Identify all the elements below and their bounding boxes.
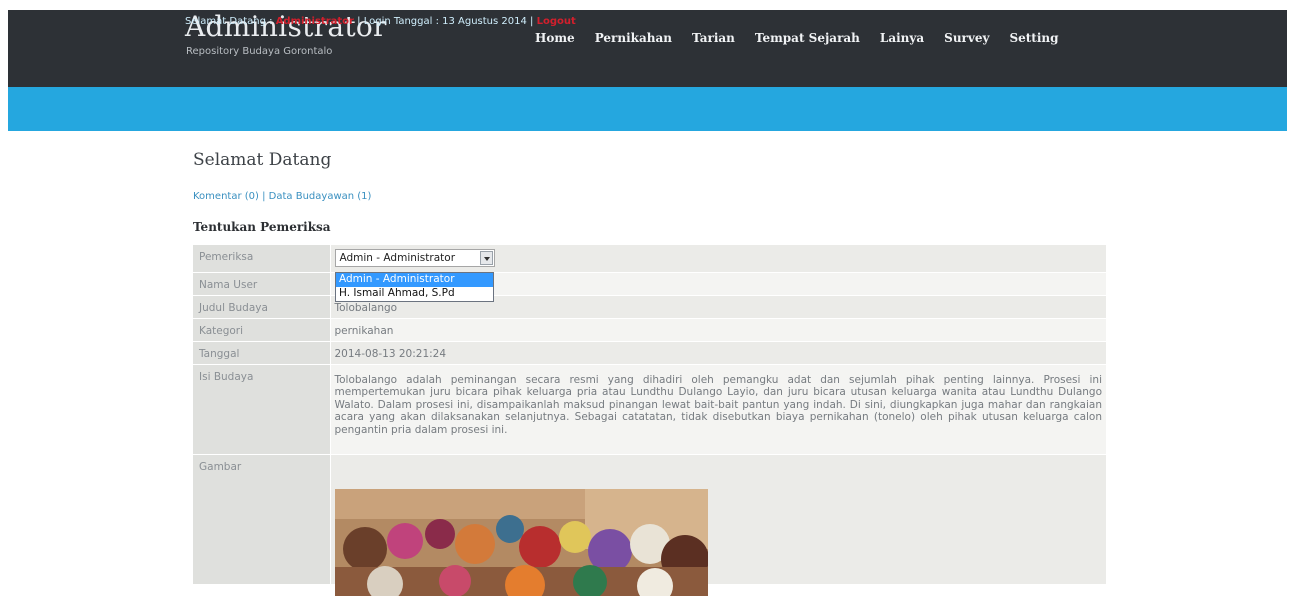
isi-value: Tolobalango adalah peminangan secara res… [330, 364, 1106, 455]
budaya-photo [335, 489, 708, 596]
greeting-text: Selamat Datang : [185, 16, 273, 27]
gambar-label: Gambar [193, 454, 331, 585]
user-info-bar [8, 87, 1287, 131]
nav-setting[interactable]: Setting [999, 31, 1068, 45]
tanggal-value: 2014-08-13 20:21:24 [330, 341, 1106, 365]
nav-pernikahan[interactable]: Pernikahan [585, 31, 682, 45]
kategori-value: pernikahan [330, 318, 1106, 342]
section-title: Tentukan Pemeriksa [193, 220, 331, 234]
photo-image [335, 489, 708, 596]
nav-tarian[interactable]: Tarian [682, 31, 745, 45]
pemeriksa-select[interactable]: Admin - Administrator [334, 249, 495, 267]
chevron-down-icon[interactable] [479, 251, 493, 265]
main-nav: Home Pernikahan Tarian Tempat Sejarah La… [525, 31, 1069, 45]
data-budayawan-link[interactable]: Data Budayawan (1) [269, 191, 372, 202]
user-info: Selamat Datang : Administrator | Login T… [185, 16, 576, 27]
table-row: Kategori pernikahan [193, 318, 1106, 342]
logout-link[interactable]: Logout [537, 16, 576, 27]
page-title: Selamat Datang [193, 150, 332, 170]
komentar-link[interactable]: Komentar (0) [193, 191, 259, 202]
pemeriksa-selected-value: Admin - Administrator [339, 252, 456, 264]
judul-label: Judul Budaya [193, 295, 331, 319]
table-row: Isi Budaya Tolobalango adalah peminangan… [193, 364, 1106, 455]
pemeriksa-dropdown-list: Admin - Administrator H. Ismail Ahmad, S… [335, 272, 494, 302]
pemeriksa-option[interactable]: H. Ismail Ahmad, S.Pd [336, 287, 493, 301]
nav-survey[interactable]: Survey [934, 31, 999, 45]
table-row: Tanggal 2014-08-13 20:21:24 [193, 341, 1106, 365]
nav-home[interactable]: Home [525, 31, 585, 45]
nav-lainya[interactable]: Lainya [870, 31, 934, 45]
kategori-label: Kategori [193, 318, 331, 342]
nav-tempat-sejarah[interactable]: Tempat Sejarah [745, 31, 870, 45]
table-row: Judul Budaya Tolobalango [193, 295, 1106, 319]
isi-label: Isi Budaya [193, 364, 331, 455]
pemeriksa-label: Pemeriksa [193, 245, 331, 273]
link-separator: | [262, 191, 266, 202]
table-row: Nama User [193, 272, 1106, 296]
login-date-text: | Login Tanggal : 13 Agustus 2014 | [357, 16, 534, 27]
summary-links: Komentar (0) | Data Budayawan (1) [193, 191, 371, 202]
current-user: Administrator [275, 16, 354, 27]
tanggal-label: Tanggal [193, 341, 331, 365]
pemeriksa-option[interactable]: Admin - Administrator [336, 273, 493, 287]
table-row: Pemeriksa Admin - Administrator [193, 245, 1106, 273]
site-subtitle: Repository Budaya Gorontalo [186, 46, 333, 57]
nama-user-label: Nama User [193, 272, 331, 296]
